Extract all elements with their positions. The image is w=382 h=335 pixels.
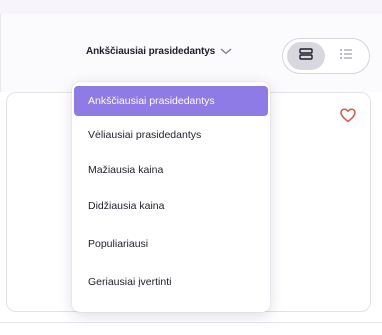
sort-option-highest-price[interactable]: Didžiausia kaina	[74, 191, 268, 221]
heart-icon[interactable]	[340, 108, 356, 128]
sort-dropdown-menu: Ankščiausiai prasidedantys Vėliausiai pr…	[72, 82, 270, 312]
chevron-down-icon	[219, 46, 233, 56]
sort-select[interactable]: Ankščiausiai prasidedantys	[86, 41, 233, 61]
sort-option-lowest-price[interactable]: Mažiausia kaina	[74, 155, 268, 185]
view-toggle	[282, 38, 370, 74]
list-view-icon	[339, 47, 353, 65]
card-view-icon	[299, 47, 313, 65]
card-view-button[interactable]	[287, 42, 325, 70]
sort-option-popular[interactable]: Populiariausi	[74, 229, 268, 259]
list-view-button[interactable]	[327, 42, 365, 70]
top-strip	[0, 0, 382, 14]
divider	[0, 322, 382, 323]
sort-current-label: Ankščiausiai prasidedantys	[86, 45, 216, 57]
sort-option-best-rated[interactable]: Geriausiai įvertinti	[74, 267, 268, 297]
sort-option-latest[interactable]: Vėliausiai prasidedantys	[74, 120, 268, 150]
sort-option-earliest[interactable]: Ankščiausiai prasidedantys	[74, 86, 268, 116]
